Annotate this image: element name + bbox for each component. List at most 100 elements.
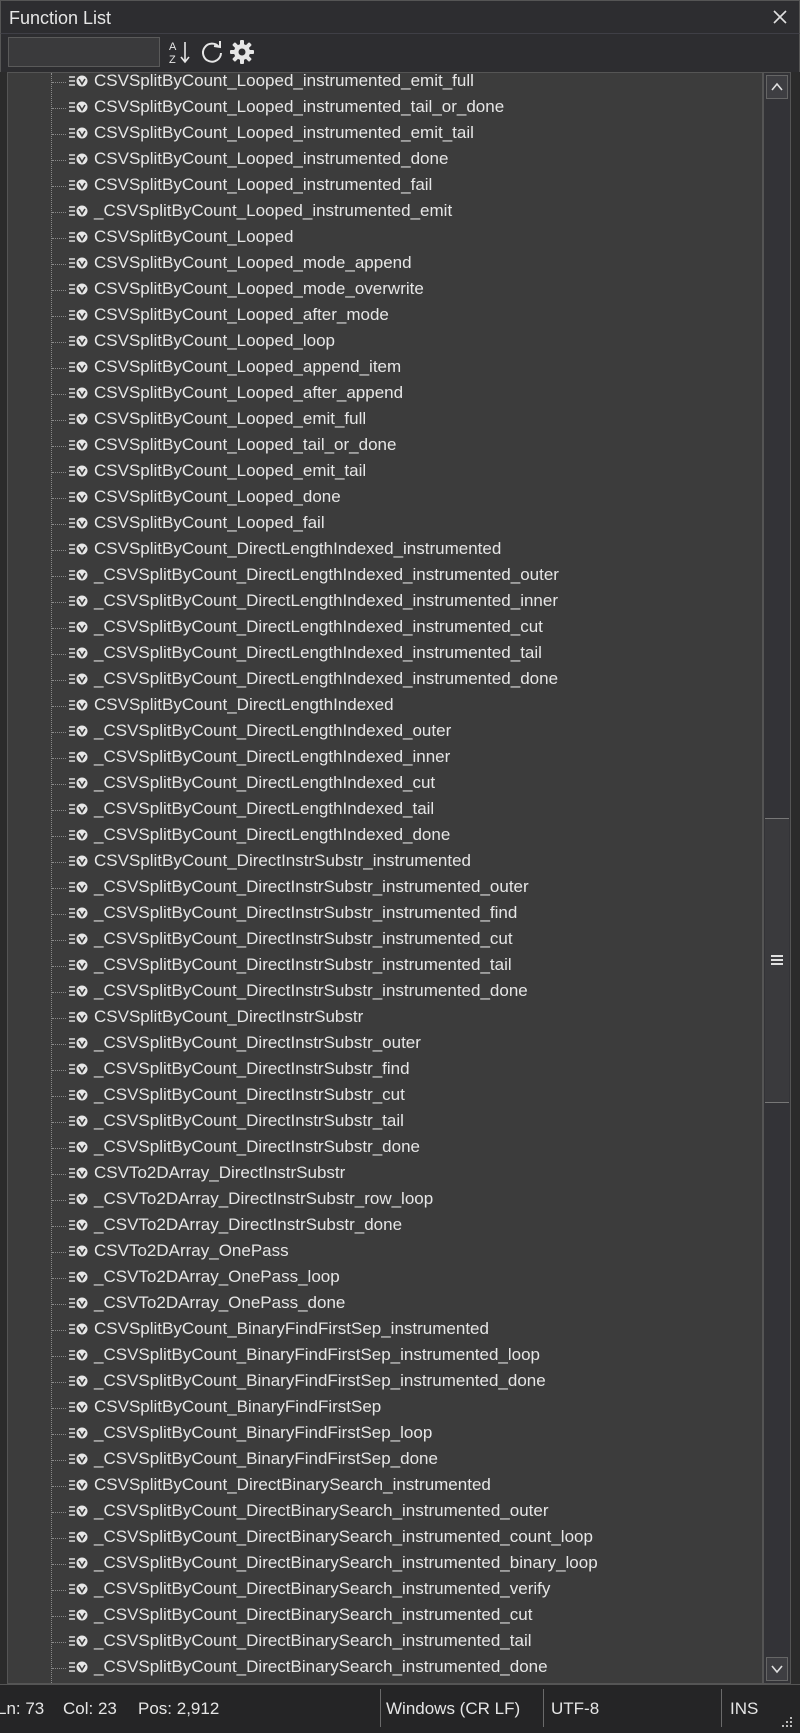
list-item[interactable]: CSVSplitByCount_DirectInstrSubstr (8, 1005, 758, 1031)
list-item[interactable]: _CSVSplitByCount_BinaryFindFirstSep_inst… (8, 1369, 758, 1395)
status-eol[interactable]: Windows (CR LF) (386, 1699, 520, 1719)
close-icon[interactable] (769, 6, 791, 28)
status-encoding[interactable]: UTF-8 (551, 1699, 599, 1719)
list-item[interactable]: _CSVSplitByCount_DirectBinarySearch_inst… (8, 1629, 758, 1655)
list-item[interactable]: CSVSplitByCount_DirectLengthIndexed (8, 693, 758, 719)
list-item[interactable]: _CSVSplitByCount_DirectLengthIndexed_ins… (8, 667, 758, 693)
list-item[interactable]: CSVSplitByCount_Looped_fail (8, 511, 758, 537)
list-item[interactable]: CSVSplitByCount_Looped_append_item (8, 355, 758, 381)
list-item[interactable]: _CSVSplitByCount_BinaryFindFirstSep_loop (8, 1421, 758, 1447)
tree-branch-line (52, 836, 66, 837)
list-item[interactable]: CSVSplitByCount_Looped_loop (8, 329, 758, 355)
list-item[interactable]: CSVSplitByCount_Looped_mode_append (8, 251, 758, 277)
list-item[interactable]: CSVSplitByCount_DirectInstrSubstr_instru… (8, 849, 758, 875)
function-icon (69, 257, 88, 269)
refresh-button[interactable] (197, 37, 227, 67)
list-item[interactable]: CSVSplitByCount_Looped (8, 225, 758, 251)
function-icon (69, 1661, 88, 1673)
tree-branch-line (52, 992, 66, 993)
list-item[interactable]: _CSVTo2DArray_DirectInstrSubstr_done (8, 1213, 758, 1239)
scroll-thumb[interactable] (765, 818, 789, 1103)
list-item[interactable]: CSVTo2DArray_OnePass (8, 1239, 758, 1265)
function-name: CSVSplitByCount_Looped_append_item (94, 357, 402, 376)
list-item[interactable]: _CSVSplitByCount_DirectLengthIndexed_cut (8, 771, 758, 797)
list-item[interactable]: _CSVSplitByCount_DirectLengthIndexed_tai… (8, 797, 758, 823)
tree-branch-line (52, 1512, 66, 1513)
list-item[interactable]: _CSVSplitByCount_DirectLengthIndexed_don… (8, 823, 758, 849)
list-item[interactable]: _CSVSplitByCount_DirectInstrSubstr_find (8, 1057, 758, 1083)
panel-title: Function List (9, 8, 112, 28)
settings-button[interactable] (227, 37, 257, 67)
function-name: _CSVSplitByCount_DirectInstrSubstr_instr… (94, 903, 518, 922)
function-icon (69, 803, 88, 815)
function-name: _CSVSplitByCount_Looped_instrumented_emi… (94, 201, 453, 220)
search-input[interactable] (8, 37, 160, 67)
list-item[interactable]: _CSVSplitByCount_DirectBinarySearch_inst… (8, 1525, 758, 1551)
tree-branch-line (52, 1642, 66, 1643)
list-item[interactable]: _CSVSplitByCount_DirectBinarySearch_inst… (8, 1655, 758, 1681)
status-divider (543, 1689, 544, 1727)
list-item[interactable]: _CSVSplitByCount_DirectLengthIndexed_inn… (8, 745, 758, 771)
list-item[interactable]: _CSVSplitByCount_DirectInstrSubstr_instr… (8, 927, 758, 953)
status-mode[interactable]: INS (730, 1699, 758, 1719)
list-item[interactable]: _CSVSplitByCount_DirectBinarySearch_inst… (8, 1499, 758, 1525)
list-item[interactable]: CSVSplitByCount_DirectLengthIndexed_inst… (8, 537, 758, 563)
refresh-icon (202, 41, 222, 63)
list-item[interactable]: CSVTo2DArray_DirectInstrSubstr (8, 1161, 758, 1187)
list-item[interactable]: _CSVSplitByCount_DirectInstrSubstr_instr… (8, 901, 758, 927)
list-item[interactable]: _CSVSplitByCount_DirectBinarySearch_inst… (8, 1603, 758, 1629)
list-item[interactable]: CSVSplitByCount_DirectBinarySearch_instr… (8, 1473, 758, 1499)
resize-grip-icon[interactable] (780, 1715, 794, 1729)
list-item[interactable]: CSVSplitByCount_Looped_instrumented_tail… (8, 95, 758, 121)
list-item[interactable]: _CSVSplitByCount_DirectInstrSubstr_done (8, 1135, 758, 1161)
function-icon (69, 1505, 88, 1517)
list-item[interactable]: CSVSplitByCount_Looped_mode_overwrite (8, 277, 758, 303)
list-item[interactable]: _CSVSplitByCount_DirectInstrSubstr_cut (8, 1083, 758, 1109)
list-item[interactable]: CSVSplitByCount_Looped_instrumented_emit… (8, 73, 758, 95)
list-item[interactable]: _CSVSplitByCount_DirectLengthIndexed_ins… (8, 563, 758, 589)
vertical-scrollbar[interactable] (763, 72, 791, 1684)
list-item[interactable]: _CSVSplitByCount_DirectBinarySearch_inst… (8, 1577, 758, 1603)
list-item[interactable]: CSVSplitByCount_Looped_instrumented_fail (8, 173, 758, 199)
function-name: _CSVTo2DArray_DirectInstrSubstr_done (94, 1215, 403, 1234)
scroll-up-button[interactable] (766, 75, 788, 99)
tree-branch-line (52, 1486, 66, 1487)
list-item[interactable]: CSVSplitByCount_BinaryFindFirstSep_instr… (8, 1317, 758, 1343)
list-item[interactable]: CSVSplitByCount_Looped_after_mode (8, 303, 758, 329)
list-item[interactable]: _CSVSplitByCount_BinaryFindFirstSep_done (8, 1447, 758, 1473)
list-item[interactable]: _CSVSplitByCount_DirectInstrSubstr_outer (8, 1031, 758, 1057)
function-icon (69, 673, 88, 685)
tree-branch-line (52, 888, 66, 889)
function-icon (69, 361, 88, 373)
list-item[interactable]: CSVSplitByCount_Looped_done (8, 485, 758, 511)
function-name: _CSVTo2DArray_OnePass_loop (94, 1267, 340, 1286)
tree-branch-line (52, 1096, 66, 1097)
list-item[interactable]: _CSVSplitByCount_DirectBinarySearch_inst… (8, 1551, 758, 1577)
list-item[interactable]: _CSVSplitByCount_Looped_instrumented_emi… (8, 199, 758, 225)
list-item[interactable]: _CSVSplitByCount_DirectLengthIndexed_ins… (8, 641, 758, 667)
scroll-down-button[interactable] (766, 1657, 788, 1681)
list-item[interactable]: _CSVTo2DArray_OnePass_loop (8, 1265, 758, 1291)
list-item[interactable]: _CSVSplitByCount_DirectLengthIndexed_out… (8, 719, 758, 745)
tree-branch-line (52, 550, 66, 551)
list-item[interactable]: _CSVSplitByCount_DirectLengthIndexed_ins… (8, 615, 758, 641)
list-item[interactable]: CSVSplitByCount_Looped_after_append (8, 381, 758, 407)
list-item[interactable]: CSVSplitByCount_Looped_emit_tail (8, 459, 758, 485)
function-icon (69, 413, 88, 425)
list-item[interactable]: _CSVSplitByCount_BinaryFindFirstSep_inst… (8, 1343, 758, 1369)
list-item[interactable]: _CSVSplitByCount_DirectLengthIndexed_ins… (8, 589, 758, 615)
list-item[interactable]: _CSVSplitByCount_DirectInstrSubstr_instr… (8, 875, 758, 901)
list-item[interactable]: _CSVSplitByCount_DirectInstrSubstr_instr… (8, 979, 758, 1005)
list-item[interactable]: _CSVSplitByCount_DirectInstrSubstr_tail (8, 1109, 758, 1135)
list-item[interactable]: CSVSplitByCount_Looped_instrumented_emit… (8, 121, 758, 147)
list-item[interactable]: _CSVTo2DArray_OnePass_done (8, 1291, 758, 1317)
function-name: _CSVSplitByCount_BinaryFindFirstSep_inst… (94, 1371, 546, 1390)
list-item[interactable]: CSVSplitByCount_Looped_emit_full (8, 407, 758, 433)
list-item[interactable]: _CSVSplitByCount_DirectInstrSubstr_instr… (8, 953, 758, 979)
function-list-tree[interactable]: CSVSplitByCount_Looped_instrumented_emit… (7, 72, 763, 1684)
sort-button[interactable]: A Z (165, 37, 195, 67)
list-item[interactable]: CSVSplitByCount_BinaryFindFirstSep (8, 1395, 758, 1421)
list-item[interactable]: _CSVTo2DArray_DirectInstrSubstr_row_loop (8, 1187, 758, 1213)
list-item[interactable]: CSVSplitByCount_Looped_instrumented_done (8, 147, 758, 173)
list-item[interactable]: CSVSplitByCount_Looped_tail_or_done (8, 433, 758, 459)
